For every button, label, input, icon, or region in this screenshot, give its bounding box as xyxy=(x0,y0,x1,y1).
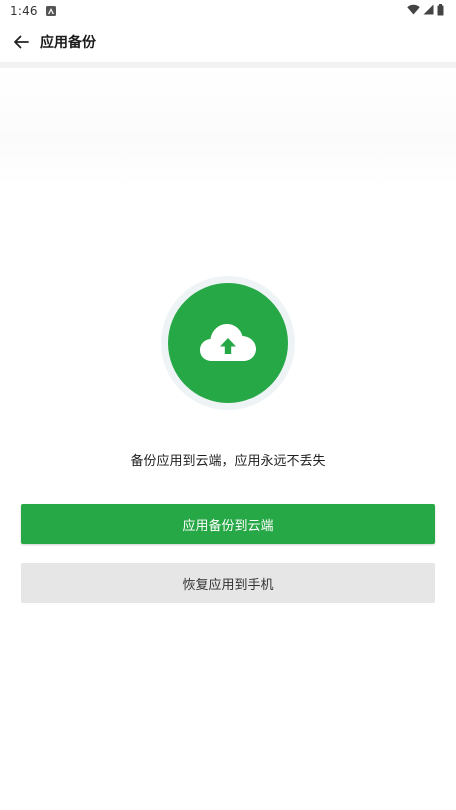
page-title: 应用备份 xyxy=(40,35,96,51)
app-screen: 1:46 应用备份 备份应用到云端，应用永远不丢失 应用备份到云端 恢复应用到手… xyxy=(0,0,456,810)
restore-to-phone-button[interactable]: 恢复应用到手机 xyxy=(21,563,435,603)
cloud-upload-icon xyxy=(200,324,256,361)
cloud-badge xyxy=(161,276,295,410)
app-bar: 应用备份 xyxy=(0,22,456,62)
status-bar: 1:46 xyxy=(0,0,456,22)
hero-area xyxy=(0,68,456,186)
cloud-badge-inner xyxy=(168,283,288,403)
status-time: 1:46 xyxy=(10,4,38,18)
back-button[interactable] xyxy=(10,31,32,53)
arrow-left-icon xyxy=(14,35,29,49)
battery-icon xyxy=(437,3,444,19)
backup-to-cloud-button[interactable]: 应用备份到云端 xyxy=(21,504,435,544)
status-icons xyxy=(407,3,444,19)
wifi-icon xyxy=(407,4,420,18)
tagline-text: 备份应用到云端，应用永远不丢失 xyxy=(130,454,326,469)
android-auto-icon xyxy=(45,6,56,16)
signal-icon xyxy=(423,4,434,18)
